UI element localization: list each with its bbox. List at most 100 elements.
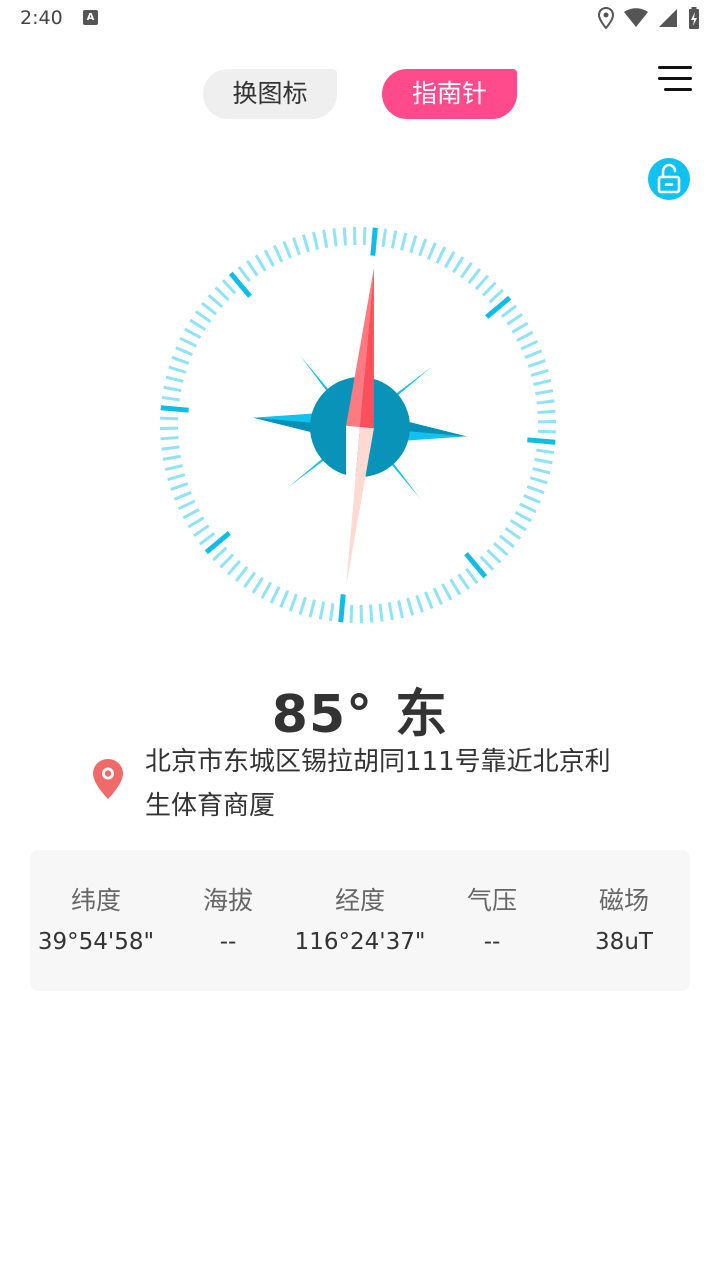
stat-label: 经度 xyxy=(334,886,385,915)
compass-tick xyxy=(184,327,202,340)
compass-tick xyxy=(272,244,284,263)
compass-tick xyxy=(426,242,437,260)
compass-tick xyxy=(381,228,388,247)
compass-tick xyxy=(452,256,465,274)
stat-altitude: 海拔 -- xyxy=(162,850,294,955)
signal-icon xyxy=(659,9,677,27)
compass-tick xyxy=(342,227,347,246)
location-icon xyxy=(598,7,614,29)
sensor-stats-panel: 纬度 39°54'58" 海拔 -- 经度 116°24'37" 气压 -- 磁… xyxy=(30,850,690,991)
compass-tick xyxy=(254,254,267,272)
compass-tick xyxy=(479,555,495,571)
compass-tick xyxy=(338,594,346,623)
compass-tick xyxy=(189,318,207,331)
compass-tick xyxy=(500,304,518,318)
compass-tick xyxy=(260,581,273,599)
compass-tick xyxy=(527,437,556,445)
compass-tick xyxy=(219,553,235,569)
unlock-icon xyxy=(657,163,681,194)
compass-tick xyxy=(160,405,189,413)
stat-label: 磁场 xyxy=(598,886,649,915)
compass-tick xyxy=(486,548,502,564)
compass-tick xyxy=(182,508,200,520)
stat-pressure: 气压 -- xyxy=(426,850,558,955)
compass-tick xyxy=(332,228,338,247)
compass-tick xyxy=(318,601,326,620)
compass-tick xyxy=(498,534,515,549)
stat-label: 海拔 xyxy=(202,886,253,915)
compass-tick xyxy=(298,596,307,615)
heading-readout: 85° 东 xyxy=(0,672,720,747)
compass-tick xyxy=(194,310,212,323)
status-icons xyxy=(598,6,700,30)
heading-direction: 东 xyxy=(395,685,449,745)
compass-tick xyxy=(534,457,553,465)
stat-longitude: 经度 116°24'37" xyxy=(294,850,426,955)
compass-tick xyxy=(263,249,275,267)
compass-tick xyxy=(301,234,310,253)
compass-tick xyxy=(481,281,497,297)
location-address: 北京市东城区锡拉胡同111号靠近北京利生体育商厦 xyxy=(145,747,611,821)
compass-tick xyxy=(509,519,527,532)
compass-tick xyxy=(349,604,354,623)
menu-icon[interactable] xyxy=(658,66,692,94)
compass-tick xyxy=(415,594,424,613)
compass-tick xyxy=(221,279,237,295)
compass-tick xyxy=(474,274,490,291)
unlock-button[interactable] xyxy=(648,158,690,200)
compass-tick xyxy=(226,559,242,576)
compass-tick xyxy=(168,365,187,374)
stat-value: -- xyxy=(483,929,501,955)
compass-tick xyxy=(171,355,190,365)
compass-tick xyxy=(488,288,504,304)
compass-tick xyxy=(282,240,292,259)
location-pin-icon xyxy=(93,759,123,799)
compass-tick xyxy=(511,321,529,334)
stat-latitude: 纬度 39°54'58" xyxy=(30,850,162,955)
compass-tick xyxy=(237,265,251,283)
compass-tick xyxy=(378,603,384,622)
compass-tick xyxy=(251,576,264,594)
compass-tick xyxy=(165,375,184,383)
compass-tick xyxy=(288,593,298,612)
compass-tick xyxy=(308,599,316,618)
compass-tick xyxy=(460,261,473,279)
compass-tick xyxy=(193,524,210,537)
compass-tick xyxy=(162,454,181,461)
compass-tick xyxy=(536,399,555,405)
compass-tick xyxy=(170,482,189,491)
stat-magnetic-field: 磁场 38uT xyxy=(558,850,690,955)
compass-tick xyxy=(532,467,551,475)
compass-tick xyxy=(441,583,453,601)
compass-tick xyxy=(279,590,290,608)
compass-tick xyxy=(390,230,398,249)
compass-tick xyxy=(328,603,335,622)
mode-tabs: 换图标 指南针 xyxy=(0,69,720,121)
compass-tick xyxy=(198,532,216,546)
compass-tick xyxy=(246,260,259,277)
compass-tick xyxy=(243,571,256,589)
compass-tick xyxy=(397,600,405,619)
compass-tick xyxy=(523,493,541,504)
compass-rose xyxy=(253,267,467,587)
compass-tick xyxy=(435,246,447,264)
compass-tick xyxy=(535,389,554,396)
compass-tick xyxy=(533,378,552,386)
compass-tick xyxy=(457,573,470,590)
compass-tick xyxy=(504,527,522,540)
compass-tick xyxy=(175,346,193,357)
compass-tick xyxy=(177,499,196,511)
compass-tick xyxy=(519,502,537,514)
tab-change-icon[interactable]: 换图标 xyxy=(203,69,337,119)
compass-tick xyxy=(161,395,180,402)
stat-value: -- xyxy=(219,929,237,955)
compass-tick xyxy=(292,237,301,256)
compass-tick xyxy=(160,436,179,441)
compass-tick xyxy=(164,464,183,472)
compass-tick xyxy=(536,448,555,455)
stat-value: 39°54'58" xyxy=(37,929,155,955)
compass-tick xyxy=(409,235,418,254)
compass-tick xyxy=(163,385,182,393)
tab-compass[interactable]: 指南针 xyxy=(382,69,517,119)
compass-tick xyxy=(161,445,180,451)
